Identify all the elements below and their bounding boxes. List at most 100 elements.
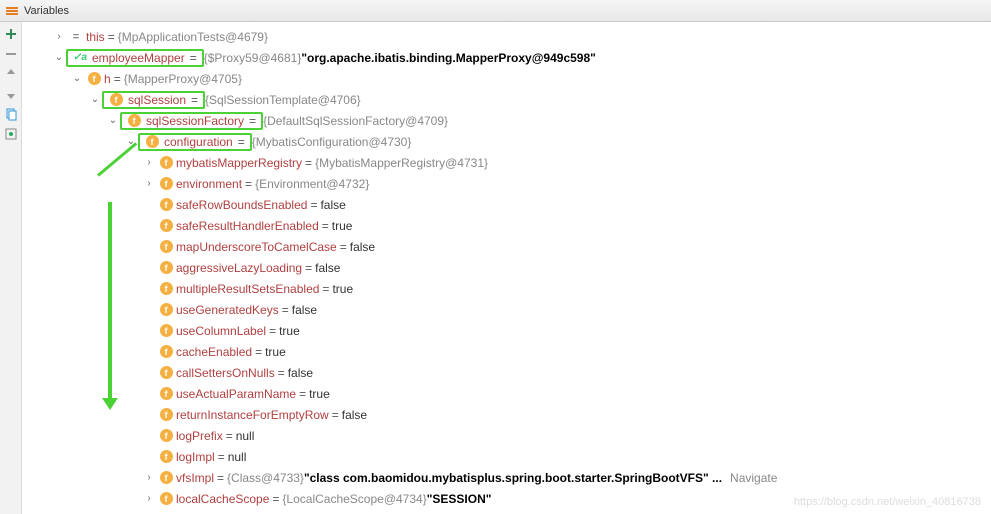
equals-sign: = <box>340 240 347 254</box>
variable-name: multipleResultSetsEnabled <box>176 282 319 296</box>
toggle-spacer <box>142 345 156 359</box>
tree-row[interactable]: ›fenvironment={Environment@4732} <box>22 173 991 194</box>
variable-value: {Environment@4732} <box>255 177 369 191</box>
copy-icon[interactable] <box>3 106 19 122</box>
expand-toggle[interactable]: › <box>52 30 66 44</box>
equals-sign: = <box>238 135 245 149</box>
collapse-toggle[interactable]: ⌄ <box>106 114 120 128</box>
variable-name: safeResultHandlerEnabled <box>176 219 319 233</box>
highlight-box: fconfiguration= <box>138 133 252 151</box>
field-icon: f <box>158 470 174 486</box>
tree-row[interactable]: fuseActualParamName=true <box>22 383 991 404</box>
field-icon: f <box>158 323 174 339</box>
variable-value: false <box>315 261 340 275</box>
variable-name: sqlSessionFactory <box>146 114 244 128</box>
equals-sign: = <box>299 387 306 401</box>
toggle-spacer <box>142 219 156 233</box>
equals-sign: = <box>245 177 252 191</box>
tree-row[interactable]: fsafeResultHandlerEnabled=true <box>22 215 991 236</box>
toggle-spacer <box>142 408 156 422</box>
variable-name: safeRowBoundsEnabled <box>176 198 307 212</box>
tree-row[interactable]: ⌄✓aemployeeMapper= {$Proxy59@4681} "org.… <box>22 47 991 68</box>
tree-row[interactable]: fmultipleResultSetsEnabled=true <box>22 278 991 299</box>
tree-row[interactable]: ⌄fsqlSession= {SqlSessionTemplate@4706} <box>22 89 991 110</box>
equals-sign: = <box>226 429 233 443</box>
variable-name: vfsImpl <box>176 471 214 485</box>
field-icon: f <box>158 239 174 255</box>
tree-row[interactable]: ⌄fconfiguration= {MybatisConfiguration@4… <box>22 131 991 152</box>
tree-row[interactable]: ›=this={MpApplicationTests@4679} <box>22 26 991 47</box>
tree-row[interactable]: faggressiveLazyLoading=false <box>22 257 991 278</box>
remove-watch-icon[interactable] <box>3 46 19 62</box>
tree-row[interactable]: fcacheEnabled=true <box>22 341 991 362</box>
variable-value: false <box>288 366 313 380</box>
variable-name: sqlSession <box>128 93 186 107</box>
variable-name: employeeMapper <box>92 51 185 65</box>
field-icon: f <box>108 92 124 108</box>
tree-row[interactable]: fmapUnderscoreToCamelCase=false <box>22 236 991 257</box>
variable-value: false <box>320 198 345 212</box>
tree-row[interactable]: freturnInstanceForEmptyRow=false <box>22 404 991 425</box>
equals-sign: = <box>249 114 256 128</box>
tree-row[interactable]: fcallSettersOnNulls=false <box>22 362 991 383</box>
variable-string-value: "SESSION" <box>427 492 492 506</box>
variable-string-value: "class com.baomidou.mybatisplus.spring.b… <box>304 471 722 485</box>
tree-row[interactable]: flogImpl=null <box>22 446 991 467</box>
expand-toggle[interactable]: › <box>142 492 156 506</box>
equals-sign: = <box>322 282 329 296</box>
move-up-icon[interactable] <box>3 66 19 82</box>
variable-value: {Class@4733} <box>227 471 304 485</box>
expand-toggle[interactable]: › <box>142 156 156 170</box>
collapse-toggle[interactable]: ⌄ <box>70 72 84 86</box>
navigate-link[interactable]: Navigate <box>730 471 777 485</box>
equals-sign: = <box>269 324 276 338</box>
equals-sign: = <box>310 198 317 212</box>
field-icon: f <box>158 386 174 402</box>
variable-value: false <box>342 408 367 422</box>
expand-toggle[interactable]: › <box>142 471 156 485</box>
equals-sign: = <box>282 303 289 317</box>
toggle-spacer <box>142 282 156 296</box>
tree-row[interactable]: ›fvfsImpl={Class@4733} "class com.baomid… <box>22 467 991 488</box>
panel-titlebar: Variables <box>0 0 991 22</box>
collapse-toggle[interactable]: ⌄ <box>88 93 102 107</box>
watermark: https://blog.csdn.net/weixin_40816738 <box>794 496 981 508</box>
tree-row[interactable]: ›fmybatisMapperRegistry={MybatisMapperRe… <box>22 152 991 173</box>
tree-row[interactable]: fuseColumnLabel=true <box>22 320 991 341</box>
move-down-icon[interactable] <box>3 86 19 102</box>
expand-toggle[interactable]: › <box>142 177 156 191</box>
variable-name: callSettersOnNulls <box>176 366 275 380</box>
variable-value: true <box>265 345 286 359</box>
toggle-spacer <box>142 366 156 380</box>
variable-value: true <box>279 324 300 338</box>
equals-sign: = <box>305 156 312 170</box>
tree-row[interactable]: fsafeRowBoundsEnabled=false <box>22 194 991 215</box>
tree-row[interactable]: flogPrefix=null <box>22 425 991 446</box>
variable-value: true <box>309 387 330 401</box>
equals-sign: = <box>114 72 121 86</box>
field-icon: f <box>86 71 102 87</box>
collapse-toggle[interactable]: ⌄ <box>52 51 66 65</box>
equals-sign: = <box>108 30 115 44</box>
variable-name: this <box>86 30 105 44</box>
toggle-spacer <box>142 387 156 401</box>
equals-icon: = <box>68 29 84 45</box>
variable-value: {DefaultSqlSessionFactory@4709} <box>263 114 448 128</box>
tree-row[interactable]: ⌄fsqlSessionFactory= {DefaultSqlSessionF… <box>22 110 991 131</box>
variables-panel-icon <box>4 3 20 19</box>
add-watch-icon[interactable] <box>3 26 19 42</box>
variable-name: useGeneratedKeys <box>176 303 279 317</box>
variable-value: {LocalCacheScope@4734} <box>282 492 426 506</box>
tree-row[interactable]: fuseGeneratedKeys=false <box>22 299 991 320</box>
variables-tree[interactable]: ›=this={MpApplicationTests@4679}⌄✓aemplo… <box>22 22 991 514</box>
field-icon: f <box>158 407 174 423</box>
panel-title: Variables <box>24 5 69 17</box>
variable-string-value: "org.apache.ibatis.binding.MapperProxy@9… <box>301 51 596 65</box>
toggle-spacer <box>142 240 156 254</box>
equals-sign: = <box>272 492 279 506</box>
field-icon: f <box>158 365 174 381</box>
variable-name: logImpl <box>176 450 215 464</box>
tree-row[interactable]: ⌄fh={MapperProxy@4705} <box>22 68 991 89</box>
variable-value: {MybatisMapperRegistry@4731} <box>315 156 488 170</box>
watches-icon[interactable] <box>3 126 19 142</box>
